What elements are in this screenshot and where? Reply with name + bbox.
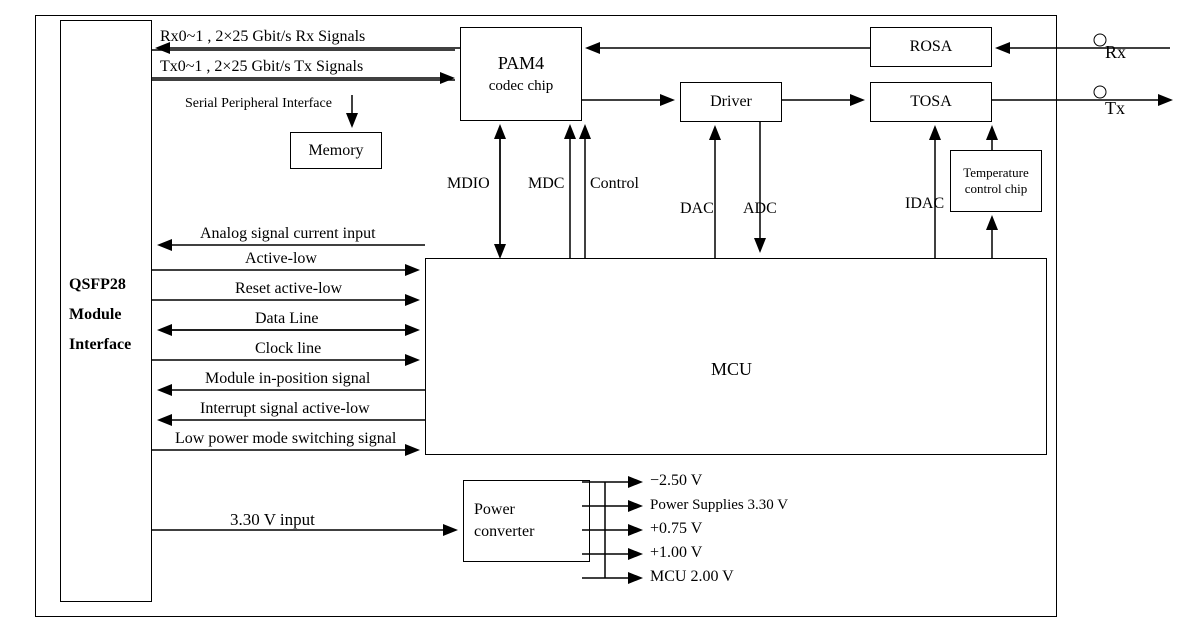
qsfp-interface: QSFP28 Module Interface xyxy=(60,20,152,602)
mcu-label: MCU xyxy=(711,359,752,380)
temp-line1: Temperature xyxy=(963,165,1029,181)
pout-4: MCU 2.00 V xyxy=(650,568,734,586)
sig-2: Reset active-low xyxy=(235,280,342,298)
sig-5: Module in-position signal xyxy=(205,370,370,388)
pout-0: −2.50 V xyxy=(650,472,702,490)
idac-label: IDAC xyxy=(905,195,944,213)
mdc-label: MDC xyxy=(528,175,564,193)
spi-label: Serial Peripheral Interface xyxy=(185,96,332,112)
ext-rx: Rx xyxy=(1105,42,1126,63)
pam4-block: PAM4 codec chip xyxy=(460,27,582,121)
tx-signals-label: Tx0~1 , 2×25 Gbit/s Tx Signals xyxy=(160,58,363,76)
qsfp-line3: Interface xyxy=(69,336,179,354)
pam4-line2: codec chip xyxy=(489,78,554,95)
driver-block: Driver xyxy=(680,82,782,122)
adc-label: ADC xyxy=(743,200,777,218)
pam4-line1: PAM4 xyxy=(498,53,544,74)
memory-block: Memory xyxy=(290,132,382,169)
temp-chip-block: Temperature control chip xyxy=(950,150,1042,212)
driver-label: Driver xyxy=(710,93,752,111)
pout-3: +1.00 V xyxy=(650,544,702,562)
pout-1: Power Supplies 3.30 V xyxy=(650,497,788,514)
rosa-label: ROSA xyxy=(910,38,953,56)
qsfp-line2: Module xyxy=(69,306,179,324)
tosa-block: TOSA xyxy=(870,82,992,122)
sig-6: Interrupt signal active-low xyxy=(200,400,370,418)
mcu-block: MCU xyxy=(425,258,1047,455)
sig-0: Analog signal current input xyxy=(200,225,376,243)
dac-label: DAC xyxy=(680,200,714,218)
sig-7: Low power mode switching signal xyxy=(175,430,396,448)
rosa-block: ROSA xyxy=(870,27,992,67)
temp-line2: control chip xyxy=(965,181,1027,197)
power-line1: Power xyxy=(474,501,515,519)
ext-tx: Tx xyxy=(1105,98,1125,119)
tosa-label: TOSA xyxy=(910,93,952,111)
pout-2: +0.75 V xyxy=(650,520,702,538)
control-label: Control xyxy=(590,175,639,193)
sig-3: Data Line xyxy=(255,310,319,328)
memory-label: Memory xyxy=(308,142,363,160)
rx-signals-label: Rx0~1 , 2×25 Gbit/s Rx Signals xyxy=(160,28,365,46)
power-line2: converter xyxy=(474,523,534,541)
sig-4: Clock line xyxy=(255,340,321,358)
power-converter-block: Power converter xyxy=(463,480,590,562)
power-input-label: 3.30 V input xyxy=(230,510,315,530)
qsfp-line1: QSFP28 xyxy=(69,276,179,294)
block-diagram: QSFP28 Module Interface PAM4 codec chip … xyxy=(0,0,1180,633)
mdio-label: MDIO xyxy=(447,175,490,193)
sig-1: Active-low xyxy=(245,250,317,268)
